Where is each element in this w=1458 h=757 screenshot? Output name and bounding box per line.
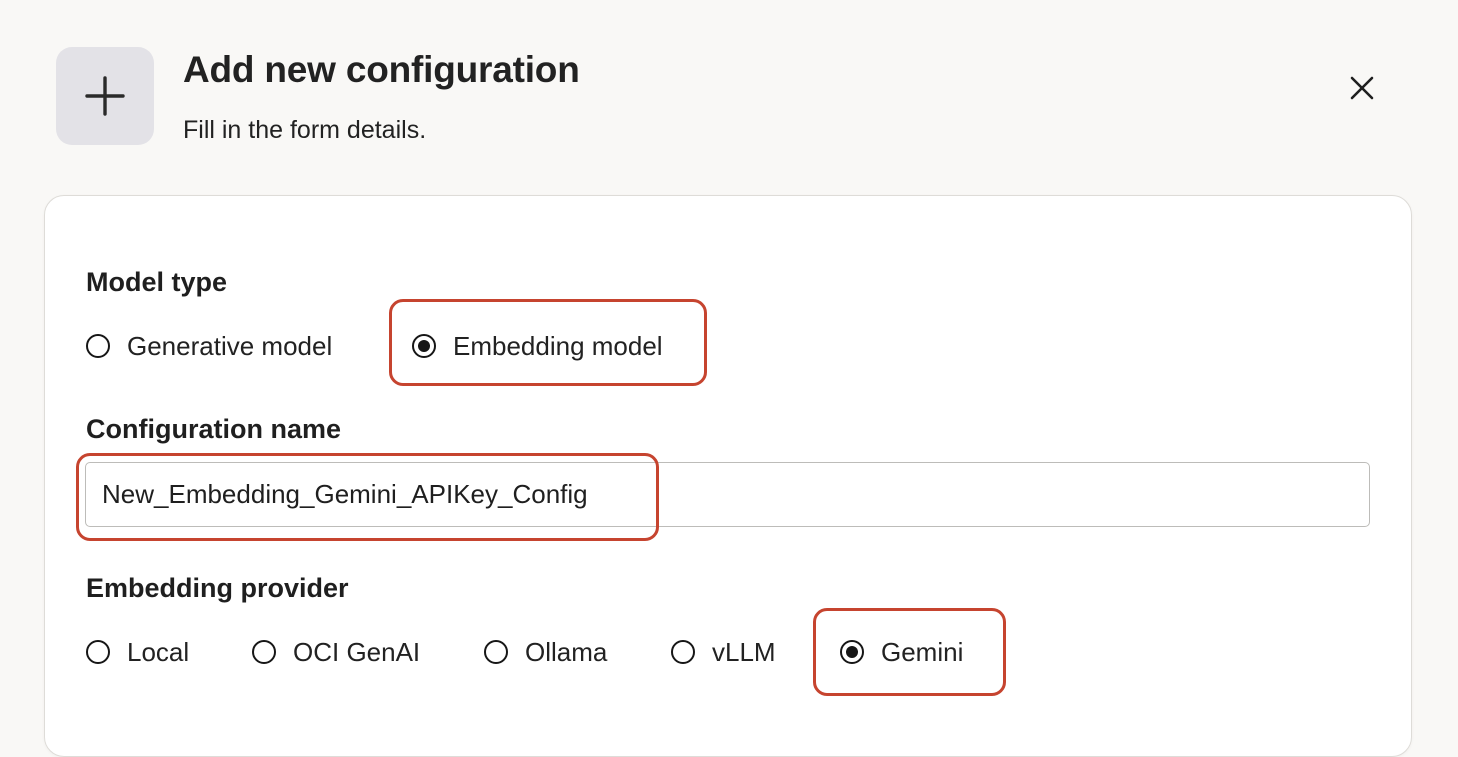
- radio-circle-embedding-model[interactable]: [412, 334, 436, 358]
- embedding-provider-label: Embedding provider: [86, 573, 349, 603]
- radio-label-gemini: Gemini: [881, 637, 964, 667]
- radio-label-embedding-model: Embedding model: [453, 331, 663, 361]
- radio-provider-gemini[interactable]: Gemini: [840, 632, 963, 672]
- plus-icon: [85, 76, 125, 116]
- close-button[interactable]: [1340, 66, 1384, 110]
- header-icon-box: [56, 47, 154, 145]
- radio-embedding-model[interactable]: Embedding model: [412, 326, 663, 366]
- radio-circle-gemini[interactable]: [840, 640, 864, 664]
- radio-label-ollama: Ollama: [525, 637, 608, 667]
- radio-circle-oci-genai[interactable]: [252, 640, 276, 664]
- radio-circle-generative-model[interactable]: [86, 334, 110, 358]
- close-icon: [1350, 76, 1374, 100]
- radio-selected-dot: [418, 340, 430, 352]
- radio-provider-local[interactable]: Local: [86, 632, 189, 672]
- configuration-name-label: Configuration name: [86, 414, 341, 444]
- model-type-label: Model type: [86, 267, 228, 297]
- radio-circle-vllm[interactable]: [671, 640, 695, 664]
- radio-label-generative-model: Generative model: [127, 331, 333, 361]
- radio-label-oci-genai: OCI GenAI: [293, 637, 421, 667]
- radio-label-vllm: vLLM: [712, 637, 776, 667]
- radio-label-local: Local: [127, 637, 190, 667]
- radio-provider-vllm[interactable]: vLLM: [671, 632, 776, 672]
- page-subtitle: Fill in the form details.: [183, 116, 427, 144]
- radio-generative-model[interactable]: Generative model: [86, 326, 332, 366]
- configuration-name-input[interactable]: [85, 462, 1370, 527]
- radio-provider-oci-genai[interactable]: OCI GenAI: [252, 632, 420, 672]
- radio-provider-ollama[interactable]: Ollama: [484, 632, 607, 672]
- radio-circle-local[interactable]: [86, 640, 110, 664]
- radio-circle-ollama[interactable]: [484, 640, 508, 664]
- page-title: Add new configuration: [183, 49, 580, 90]
- radio-selected-dot: [846, 646, 858, 658]
